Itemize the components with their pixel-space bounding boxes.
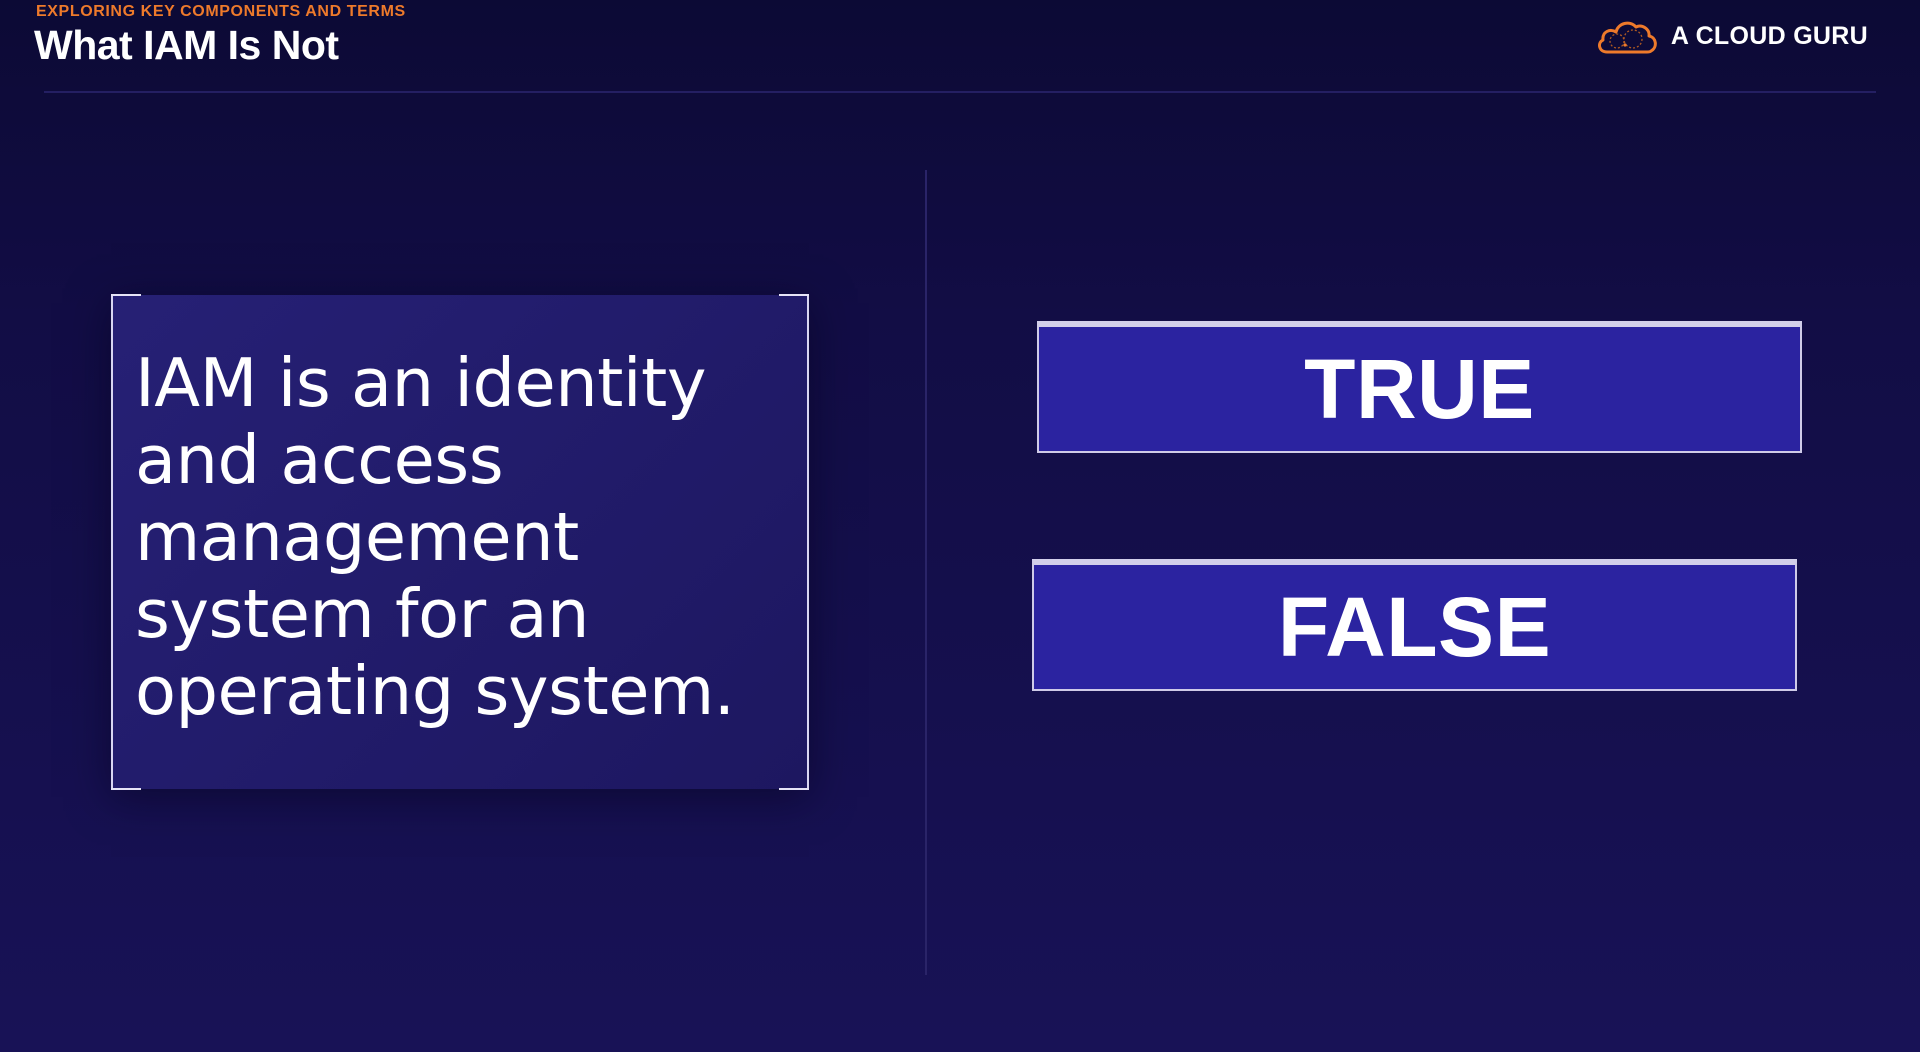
section-kicker: EXPLORING KEY COMPONENTS AND TERMS xyxy=(36,3,406,20)
false-answer-button[interactable]: FALSE xyxy=(1032,559,1797,691)
corner-bracket xyxy=(111,788,141,790)
cloud-icon xyxy=(1595,16,1659,56)
brand: A CLOUD GURU xyxy=(1595,16,1868,56)
corner-bracket xyxy=(111,294,141,296)
center-divider xyxy=(925,170,927,975)
header-divider xyxy=(44,91,1876,93)
brand-name: A CLOUD GURU xyxy=(1670,21,1868,50)
slide-title: What IAM Is Not xyxy=(34,22,339,68)
question-card: IAM is an identity and access management… xyxy=(111,294,809,790)
corner-bracket xyxy=(779,788,809,790)
true-answer-button[interactable]: TRUE xyxy=(1037,321,1802,453)
question-text: IAM is an identity and access management… xyxy=(135,344,735,730)
corner-bracket xyxy=(779,294,809,296)
